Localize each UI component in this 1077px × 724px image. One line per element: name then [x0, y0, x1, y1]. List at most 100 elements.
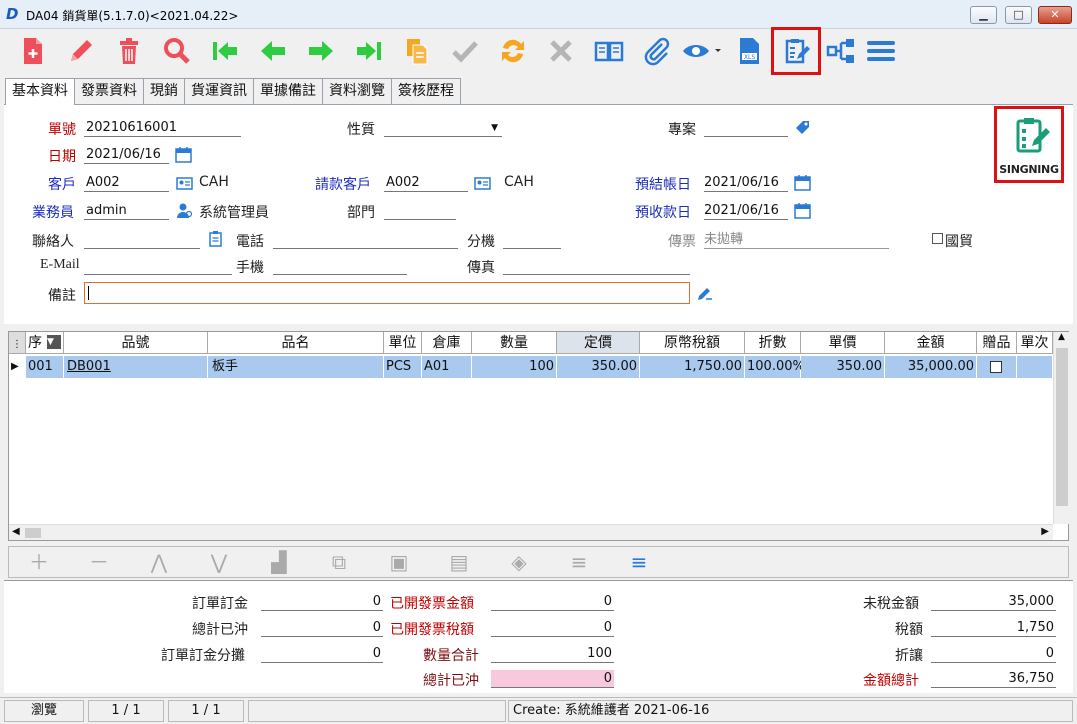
- date-field[interactable]: 2021/06/16: [84, 146, 169, 164]
- row-selector-header[interactable]: ⋮: [9, 332, 26, 354]
- search-button[interactable]: [158, 33, 196, 69]
- minimize-button[interactable]: ▁: [970, 6, 997, 24]
- tab-invoice[interactable]: 發票資料: [74, 78, 144, 104]
- tab-cash-sale[interactable]: 現銷: [143, 78, 185, 104]
- salesperson-field[interactable]: admin: [84, 202, 169, 220]
- preview-dropdown-button[interactable]: [676, 33, 726, 69]
- order-no-field[interactable]: 20210616001: [84, 119, 241, 137]
- remark-field[interactable]: [84, 282, 690, 304]
- add-row-icon[interactable]: ＋: [29, 552, 49, 572]
- flow-button[interactable]: [822, 33, 860, 69]
- contact-field[interactable]: [84, 231, 200, 249]
- col-header-qty[interactable]: 數量: [472, 332, 557, 354]
- attachment-button[interactable]: [638, 33, 676, 69]
- gift-checkbox[interactable]: [990, 361, 1002, 373]
- phone-field[interactable]: [273, 231, 458, 249]
- expected-close-field[interactable]: 2021/06/16: [704, 174, 788, 192]
- col-header-item-name[interactable]: 品名: [208, 332, 384, 354]
- tab-shipping[interactable]: 貨運資訊: [184, 78, 254, 104]
- cell-item-name[interactable]: 板手: [208, 356, 384, 378]
- email-field[interactable]: [84, 257, 232, 275]
- scroll-thumb[interactable]: [1056, 348, 1068, 506]
- refresh-button[interactable]: [494, 33, 532, 69]
- cell-discount[interactable]: 100.00%: [745, 356, 805, 378]
- tab-approval-history[interactable]: 簽核歷程: [391, 78, 461, 104]
- col-header-amount[interactable]: 金額: [885, 332, 977, 354]
- tab-basic-info[interactable]: 基本資料: [5, 78, 75, 105]
- col-header-gift[interactable]: 贈品: [977, 332, 1017, 354]
- tag-icon[interactable]: ◈: [509, 552, 529, 572]
- horizontal-scrollbar[interactable]: ◀ ▶: [9, 524, 1053, 540]
- col-header-discount[interactable]: 折數: [745, 332, 801, 354]
- next-record-button[interactable]: [302, 33, 340, 69]
- remove-row-icon[interactable]: －: [89, 552, 109, 572]
- col-header-warehouse[interactable]: 倉庫: [422, 332, 472, 354]
- cell-gift[interactable]: [977, 356, 1017, 378]
- user-search-icon[interactable]: [176, 202, 193, 219]
- maximize-button[interactable]: □: [1005, 6, 1032, 24]
- ext-field[interactable]: [503, 231, 561, 249]
- view-doc-button[interactable]: [590, 33, 628, 69]
- scroll-left-icon[interactable]: ◀: [12, 526, 20, 537]
- vertical-scrollbar[interactable]: ▲: [1053, 332, 1069, 524]
- cell-seq[interactable]: 001: [26, 356, 64, 378]
- nature-select[interactable]: ▼: [384, 119, 502, 137]
- col-header-once[interactable]: 單次: [1017, 332, 1053, 354]
- copy-button[interactable]: [398, 33, 436, 69]
- fax-field[interactable]: [503, 257, 690, 275]
- clipboard-icon[interactable]: [207, 230, 224, 247]
- stack-icon[interactable]: ▟: [269, 552, 289, 572]
- col-header-unit-price[interactable]: 單價: [801, 332, 885, 354]
- save-icon[interactable]: ▣: [389, 552, 409, 572]
- calendar-icon[interactable]: [794, 202, 811, 219]
- contact-card-icon[interactable]: [176, 175, 193, 192]
- scroll-up-icon[interactable]: ▲: [1054, 332, 1069, 342]
- expected-receipt-field[interactable]: 2021/06/16: [704, 202, 788, 220]
- project-field[interactable]: [704, 119, 788, 137]
- cell-once[interactable]: [1017, 356, 1053, 378]
- first-record-button[interactable]: [206, 33, 244, 69]
- edit-button[interactable]: [62, 33, 100, 69]
- tab-data-browse[interactable]: 資料瀏覽: [322, 78, 392, 104]
- move-up-icon[interactable]: ⋀: [149, 552, 169, 572]
- cell-tax[interactable]: 1,750.00: [640, 356, 745, 378]
- move-down-icon[interactable]: ⋁: [209, 552, 229, 572]
- calendar-icon[interactable]: [794, 174, 811, 191]
- customer-field[interactable]: A002: [84, 174, 169, 192]
- copy-row-icon[interactable]: ⧉: [329, 552, 349, 572]
- tab-document-notes[interactable]: 單據備註: [253, 78, 323, 104]
- cancel-button[interactable]: [542, 33, 580, 69]
- col-header-tax[interactable]: 原幣稅額: [640, 332, 745, 354]
- delete-button[interactable]: [110, 33, 148, 69]
- menu-icon[interactable]: ≡: [629, 552, 649, 572]
- scroll-thumb[interactable]: [25, 528, 41, 538]
- edit-note-icon[interactable]: [696, 285, 713, 302]
- intl-trade-checkbox[interactable]: [932, 233, 943, 244]
- signing-button[interactable]: SINGNING: [994, 106, 1064, 183]
- col-header-seq[interactable]: 序 ▼: [26, 332, 64, 354]
- scroll-right-icon[interactable]: ▶: [1041, 526, 1049, 537]
- close-button[interactable]: ✕: [1038, 6, 1072, 24]
- contact-card-icon[interactable]: [474, 175, 491, 192]
- list-icon[interactable]: ≡: [569, 552, 589, 572]
- cell-item-no[interactable]: DB001: [64, 356, 208, 378]
- confirm-button[interactable]: [446, 33, 484, 69]
- sign-button[interactable]: [771, 27, 821, 75]
- document-icon[interactable]: ▤: [449, 552, 469, 572]
- department-field[interactable]: [384, 202, 456, 220]
- new-document-button[interactable]: [14, 33, 52, 69]
- last-record-button[interactable]: [350, 33, 388, 69]
- cell-unit-price[interactable]: 350.00: [801, 356, 885, 378]
- col-header-item-no[interactable]: 品號: [64, 332, 208, 354]
- calendar-icon[interactable]: [175, 146, 192, 163]
- cell-unit[interactable]: PCS: [384, 356, 422, 378]
- col-header-list-price[interactable]: 定價: [557, 332, 640, 354]
- bill-customer-field[interactable]: A002: [384, 174, 468, 192]
- mobile-field[interactable]: [273, 257, 407, 275]
- cell-amount[interactable]: 35,000.00: [885, 356, 977, 378]
- previous-record-button[interactable]: [254, 33, 292, 69]
- cell-list-price[interactable]: 350.00: [557, 356, 640, 378]
- tag-icon[interactable]: [794, 119, 811, 136]
- cell-warehouse[interactable]: A01: [422, 356, 472, 378]
- menu-button[interactable]: [862, 33, 900, 69]
